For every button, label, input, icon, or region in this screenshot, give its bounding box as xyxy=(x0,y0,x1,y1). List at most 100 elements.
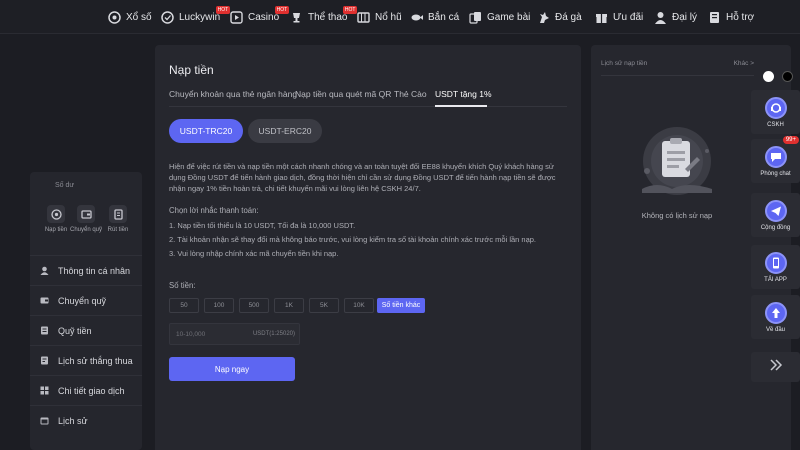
sidebar-item-label: Chuyển quỹ xyxy=(58,295,107,306)
sidebar-item-transactions[interactable]: Chi tiết giao dịch xyxy=(30,375,142,405)
tab-usdt[interactable]: USDT tặng 1% xyxy=(435,89,492,99)
description-line: Hiện để việc rút tiền và nạp tiền một cá… xyxy=(169,162,554,171)
quick-withdraw-button[interactable]: Rút tiền xyxy=(102,205,134,233)
nav-item-thethao[interactable]: Thể thao HOT xyxy=(289,5,358,26)
transfer-icon xyxy=(77,205,95,223)
hot-badge: HOT xyxy=(215,5,231,14)
amount-input[interactable] xyxy=(176,330,246,338)
chat-room-button[interactable]: Phòng chat xyxy=(751,139,800,183)
tab-qr[interactable]: Nạp tiền qua quét mã QR xyxy=(295,89,391,99)
nav-item-gamebai[interactable]: Game bài xyxy=(468,8,530,26)
deposit-now-button[interactable]: Nạp ngay xyxy=(169,357,295,381)
nav-item-luckywin[interactable]: Luckywin HOT xyxy=(160,5,231,26)
quick-label: Rút tiền xyxy=(107,227,129,233)
rule-item: 2. Tài khoản nhận sẽ thay đổi mà không b… xyxy=(169,235,537,244)
top-nav: Xổ số Luckywin HOT Casino HOT Thể thao HOT … xyxy=(0,0,800,34)
back-to-top-button[interactable]: Về đầu xyxy=(751,295,800,339)
description-line: dụng Đồng USDT để tiến hành giao dịch, đ… xyxy=(169,173,556,182)
nav-item-nohu[interactable]: Nổ hũ xyxy=(356,8,402,26)
download-app-button[interactable]: TẢI APP xyxy=(751,245,800,289)
nav-label: Game bài xyxy=(487,11,531,23)
chat-icon xyxy=(764,145,787,168)
description-line: nhận ngay 1% tiền hoàn trả, chi tiết khu… xyxy=(169,184,421,193)
amount-option[interactable]: 10K xyxy=(344,298,374,313)
tab-card[interactable]: Thẻ Cào xyxy=(394,89,427,99)
nav-item-daga[interactable]: Đá gà xyxy=(536,8,582,26)
withdraw-icon xyxy=(109,205,127,223)
sidebar-item-label: Lịch sử xyxy=(58,415,88,426)
back-to-top-label: Về đầu xyxy=(765,326,786,333)
amount-option[interactable]: 1K xyxy=(274,298,304,313)
amount-input-box: USDT(1:25020) xyxy=(169,323,300,345)
nav-item-banca[interactable]: Bắn cá xyxy=(409,8,459,26)
nav-label: Hỗ trợ xyxy=(726,11,755,23)
sidebar-item-label: Quỹ tiền xyxy=(58,325,92,336)
floating-sidebar: CSKH Phòng chat 99+ Cộng đồng TẢI APP Về… xyxy=(751,60,800,400)
sports-icon xyxy=(289,10,303,24)
sidebar-item-transfer[interactable]: Chuyển quỹ xyxy=(30,285,142,315)
network-erc20-button[interactable]: USDT-ERC20 xyxy=(248,119,322,143)
theme-toggle[interactable] xyxy=(763,71,793,82)
community-button[interactable]: Cộng đồng xyxy=(751,193,800,237)
wallet-icon xyxy=(40,296,49,305)
rules-title: Chọn lời nhắc thanh toán: xyxy=(169,206,259,215)
cards-icon xyxy=(468,10,482,24)
community-label: Cộng đồng xyxy=(760,224,791,231)
nav-label: Luckywin HOT xyxy=(179,5,231,23)
double-chevron-right-icon xyxy=(769,358,783,376)
dark-theme-dot[interactable] xyxy=(782,71,793,82)
rule-item: 1. Nạp tiền tối thiểu là 10 USDT, Tối đa… xyxy=(169,221,356,230)
sidebar-item-label: Thông tin cá nhân xyxy=(58,265,131,276)
tab-bank-transfer[interactable]: Chuyển khoản qua thẻ ngân hàng xyxy=(169,89,297,99)
light-theme-dot[interactable] xyxy=(763,71,774,82)
amount-option[interactable]: 100 xyxy=(204,298,234,313)
nav-label: Đại lý xyxy=(672,11,698,23)
rule-item: 3. Vui lòng nhập chính xác mã chuyển tiề… xyxy=(169,249,339,258)
arrow-up-icon xyxy=(764,301,787,324)
empty-clipboard-icon xyxy=(627,111,727,211)
cskh-button[interactable]: CSKH xyxy=(751,90,800,134)
empty-history-text: Không có lịch sử nạp xyxy=(641,211,713,220)
amount-option[interactable]: 50 xyxy=(169,298,199,313)
history-icon xyxy=(40,356,49,365)
usdt-description: Hiện để việc rút tiền và nạp tiền một cá… xyxy=(169,161,569,194)
sidebar-item-winloss[interactable]: Lịch sử thắng thua xyxy=(30,345,142,375)
sidebar-item-label: Chi tiết giao dịch xyxy=(58,385,125,396)
nav-label: Ưu đãi xyxy=(613,11,644,23)
nav-item-xoso[interactable]: Xổ số xyxy=(107,8,152,26)
agent-icon xyxy=(653,10,667,24)
quick-label: Nạp tiền xyxy=(44,227,68,233)
nav-label: Thể thao HOT xyxy=(308,5,358,23)
telegram-icon xyxy=(764,199,787,222)
other-amount-button[interactable]: Số tiền khác xyxy=(377,298,425,313)
nav-item-casino[interactable]: Casino HOT xyxy=(229,5,290,26)
history-header: Lịch sử nạp tiền Khác > xyxy=(601,60,754,67)
quick-deposit-button[interactable]: Nạp tiền xyxy=(40,205,72,233)
amount-label: Số tiền: xyxy=(169,281,196,290)
lottery-icon xyxy=(107,10,121,24)
nav-item-uudai[interactable]: Ưu đãi xyxy=(594,8,643,26)
amount-option[interactable]: 500 xyxy=(239,298,269,313)
page-title: Nạp tiền xyxy=(169,63,214,77)
nav-item-daily[interactable]: Đại lý xyxy=(653,8,697,26)
collapse-sidebar-button[interactable] xyxy=(751,352,800,382)
network-trc20-button[interactable]: USDT-TRC20 xyxy=(169,119,243,143)
nav-item-hotro[interactable]: Hỗ trợ xyxy=(707,8,754,26)
support-icon xyxy=(707,10,721,24)
sidebar-item-fund[interactable]: Quỹ tiền xyxy=(30,315,142,345)
fund-icon xyxy=(40,326,49,335)
sidebar-item-history[interactable]: Lịch sử xyxy=(30,405,142,435)
quick-transfer-button[interactable]: Chuyển quỹ xyxy=(70,205,102,233)
casino-icon xyxy=(229,10,243,24)
phone-icon xyxy=(764,251,787,274)
hot-badge: HOT xyxy=(274,5,290,14)
amount-option[interactable]: 5K xyxy=(309,298,339,313)
sidebar-item-label: Lịch sử thắng thua xyxy=(58,355,133,366)
fish-icon xyxy=(409,10,423,24)
transaction-icon xyxy=(40,386,49,395)
sidebar-item-profile[interactable]: Thông tin cá nhân xyxy=(30,255,142,285)
download-label: TẢI APP xyxy=(764,276,787,283)
calendar-icon xyxy=(40,416,49,425)
chat-label: Phòng chat xyxy=(760,170,791,177)
history-title: Lịch sử nạp tiền xyxy=(601,60,648,67)
